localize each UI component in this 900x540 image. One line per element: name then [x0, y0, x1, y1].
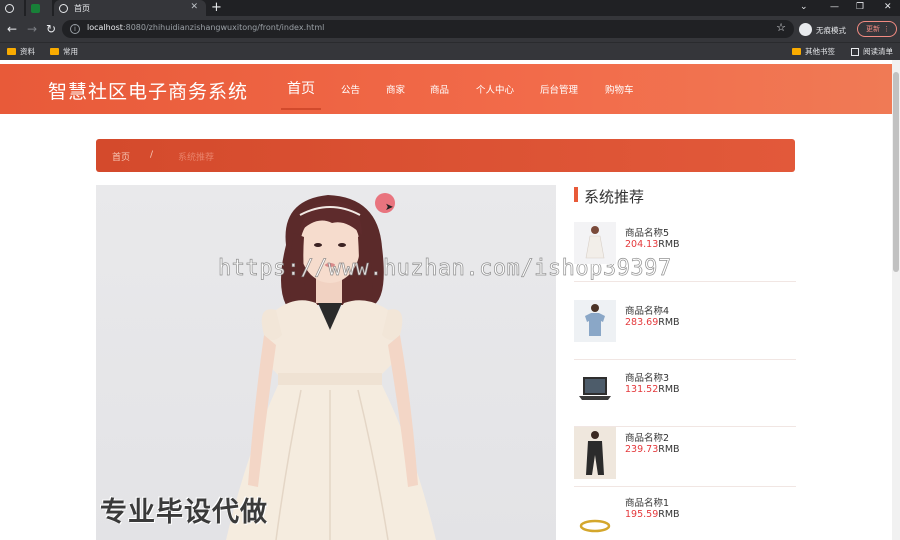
nav-cart[interactable]: 购物车 [605, 82, 634, 96]
scrollbar-thumb[interactable] [893, 72, 899, 272]
product-name[interactable]: 商品名称2 [625, 430, 669, 444]
nav-merchant[interactable]: 商家 [386, 82, 405, 96]
globe-icon [59, 3, 68, 13]
kebab-menu-icon[interactable]: ⋮ [883, 22, 890, 36]
product-name[interactable]: 商品名称1 [625, 495, 669, 509]
suit-icon[interactable] [574, 427, 616, 479]
nav-product[interactable]: 商品 [430, 82, 449, 96]
browser-tab-active[interactable]: 首页 ✕ [54, 0, 206, 16]
update-button[interactable]: 更新 ⋮ [857, 21, 897, 37]
browser-toolbar: ← → ↻ i localhost:8080/zhihuidianzishang… [0, 16, 900, 42]
section-accent-bar [574, 187, 578, 202]
product-price: 204.13RMB [625, 239, 680, 250]
browser-tab-strip: 首页 ✕ + ⌄ — ❐ ✕ [0, 0, 900, 16]
product-price: 195.59RMB [625, 509, 680, 520]
globe-icon [5, 3, 14, 13]
folder-icon [7, 48, 16, 55]
mouse-cursor-icon: ➤ [385, 202, 394, 213]
reload-button[interactable]: ↻ [46, 21, 56, 37]
address-bar[interactable]: i localhost:8080/zhihuidianzishangwuxito… [62, 20, 794, 38]
info-icon[interactable]: i [70, 24, 80, 34]
restore-button[interactable]: ❐ [856, 0, 864, 14]
breadcrumb: 首页 / 系统推荐 [96, 139, 795, 172]
nav-active-indicator [281, 108, 321, 110]
reading-list-icon [851, 47, 859, 56]
product-name[interactable]: 商品名称3 [625, 370, 669, 384]
nav-admin[interactable]: 后台管理 [540, 82, 578, 96]
close-tab-icon[interactable]: ✕ [190, 2, 198, 12]
browser-tab[interactable] [26, 0, 52, 16]
bookmarks-bar: 资料 常用 其他书签 阅读清单 [0, 42, 900, 60]
browser-tab[interactable] [0, 0, 24, 16]
hero-product-image[interactable] [96, 185, 556, 540]
folder-icon [50, 48, 59, 55]
product-price: 131.52RMB [625, 384, 680, 395]
recommend-item[interactable]: 商品名称2 239.73RMB [574, 427, 796, 487]
recommend-item[interactable]: 商品名称4 283.69RMB [574, 300, 796, 360]
breadcrumb-separator: / [150, 150, 154, 160]
recommend-item[interactable]: 商品名称1 195.59RMB [574, 492, 796, 540]
tab-title: 首页 [74, 3, 90, 13]
back-button[interactable]: ← [7, 21, 17, 37]
model-dress-illustration [226, 195, 436, 540]
page-scrollbar[interactable] [892, 60, 900, 540]
product-name[interactable]: 商品名称4 [625, 303, 669, 317]
tab-search-icon[interactable]: ⌄ [800, 0, 808, 14]
incognito-icon[interactable] [799, 23, 812, 36]
url-text[interactable]: localhost:8080/zhihuidianzishangwuxitong… [87, 23, 324, 32]
tshirt-icon[interactable] [574, 300, 616, 342]
reading-list[interactable]: 阅读清单 [851, 46, 893, 57]
new-tab-button[interactable]: + [211, 0, 222, 16]
nav-home[interactable]: 首页 [287, 78, 315, 98]
bookmark-folder[interactable]: 常用 [50, 46, 78, 57]
forward-button[interactable]: → [27, 21, 37, 37]
other-bookmarks[interactable]: 其他书签 [792, 46, 835, 57]
ring-icon[interactable] [574, 502, 616, 540]
sheet-icon [31, 3, 40, 13]
bookmark-star-icon[interactable]: ☆ [776, 21, 786, 34]
nav-announcement[interactable]: 公告 [341, 82, 360, 96]
laptop-icon[interactable] [574, 367, 616, 409]
page-viewport: 智慧社区电子商务系统 首页 公告 商家 商品 个人中心 后台管理 购物车 首页 … [0, 60, 900, 540]
recommend-item[interactable]: 商品名称3 131.52RMB [574, 367, 796, 427]
bookmark-folder[interactable]: 资料 [7, 46, 35, 57]
product-price: 239.73RMB [625, 444, 680, 455]
breadcrumb-current: 系统推荐 [178, 153, 215, 163]
site-title: 智慧社区电子商务系统 [48, 81, 249, 103]
incognito-label: 无痕模式 [816, 26, 846, 35]
site-header: 智慧社区电子商务系统 首页 公告 商家 商品 个人中心 后台管理 购物车 [0, 64, 892, 114]
close-window-button[interactable]: ✕ [884, 0, 892, 14]
recommend-title: 系统推荐 [584, 188, 645, 206]
breadcrumb-home[interactable]: 首页 [112, 150, 130, 163]
nav-user-center[interactable]: 个人中心 [476, 82, 514, 96]
minimize-button[interactable]: — [830, 0, 839, 14]
folder-icon [792, 48, 801, 55]
product-price: 283.69RMB [625, 317, 680, 328]
dress-icon[interactable] [574, 222, 616, 264]
hero-overlay-text: 专业毕设代做 [100, 497, 268, 528]
recommend-item[interactable]: 商品名称5 204.13RMB [574, 222, 796, 282]
product-name[interactable]: 商品名称5 [625, 225, 669, 239]
